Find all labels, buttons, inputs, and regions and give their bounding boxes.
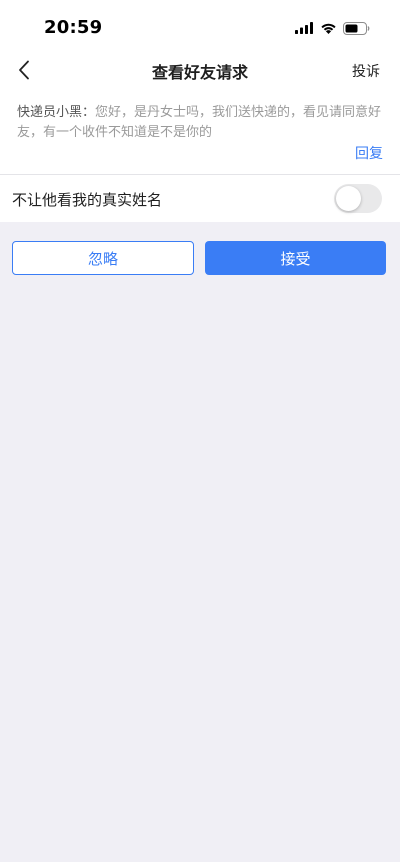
battery-icon <box>343 21 370 35</box>
nav-bar: 查看好友请求 投诉 <box>0 48 400 92</box>
signal-icon <box>295 22 313 34</box>
status-time: 20:59 <box>44 17 103 38</box>
hide-real-name-label: 不让他看我的真实姓名 <box>12 191 163 209</box>
hide-real-name-row: 不让他看我的真实姓名 <box>0 175 400 222</box>
sender-name: 快递员小黑： <box>17 105 96 120</box>
hide-real-name-toggle[interactable] <box>334 184 382 213</box>
reply-button[interactable]: 回复 <box>355 143 383 163</box>
accept-button[interactable]: 接受 <box>205 241 386 275</box>
status-bar: 20:59 <box>0 0 400 48</box>
report-button[interactable]: 投诉 <box>352 61 380 81</box>
toggle-knob <box>336 186 361 211</box>
wifi-icon <box>321 23 336 34</box>
status-icons <box>295 20 370 36</box>
page-title: 查看好友请求 <box>151 63 248 82</box>
request-message: 快递员小黑：您好，是丹女士吗，我们送快递的，看见请同意好友，有一个收件不知道是不… <box>17 103 383 143</box>
ignore-button[interactable]: 忽略 <box>12 241 194 275</box>
